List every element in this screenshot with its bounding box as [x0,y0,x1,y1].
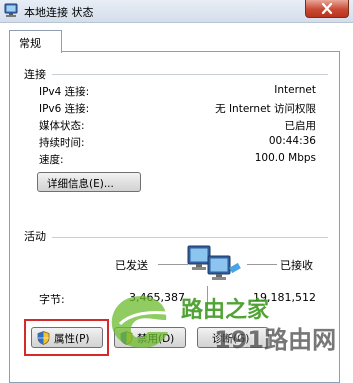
network-activity-icon [187,245,241,280]
ipv6-label: IPv6 连接: [39,103,90,115]
speed-label: 速度: [39,154,64,166]
received-line [247,264,277,265]
diagnose-button-label: 诊断(G) [212,333,250,345]
bytes-label: 字节: [39,293,65,306]
network-connection-icon [4,3,18,17]
sent-label: 已发送 [115,259,148,272]
media-state-value: 已启用 [284,120,317,132]
close-button[interactable] [305,0,349,18]
activity-group-label: 活动 [24,230,46,243]
received-label: 已接收 [280,259,313,272]
sent-line [158,264,188,265]
duration-label: 持续时间: [39,137,85,149]
title-bar: 本地连接 状态 [0,0,353,23]
bytes-received-value: 19,181,512 [253,291,316,304]
connection-divider [52,74,328,76]
close-icon [321,3,333,14]
window-title: 本地连接 状态 [24,6,94,19]
details-button[interactable]: 详细信息(E)... [37,172,141,192]
activity-divider [52,237,328,239]
disable-button-label: 禁用(D) [137,333,175,345]
ipv4-label: IPv4 连接: [39,86,90,98]
details-button-label: 详细信息(E)... [47,178,114,190]
disable-button[interactable]: 禁用(D) [114,327,186,348]
bytes-sent-value: 3,465,387 [129,291,185,304]
speed-value: 100.0 Mbps [254,152,316,164]
tab-general[interactable]: 常规 [9,30,62,53]
ipv4-value: Internet [274,84,316,96]
connection-group-label: 连接 [24,68,46,81]
diagnose-button[interactable]: 诊断(G) [197,327,269,348]
properties-highlight-box [24,319,109,356]
media-state-label: 媒体状态: [39,120,85,132]
tab-general-label: 常规 [19,37,41,50]
bytes-separator [207,286,208,310]
ipv6-value: 无 Internet 访问权限 [215,103,316,115]
duration-value: 00:44:36 [268,135,316,147]
shield-icon [120,331,133,345]
